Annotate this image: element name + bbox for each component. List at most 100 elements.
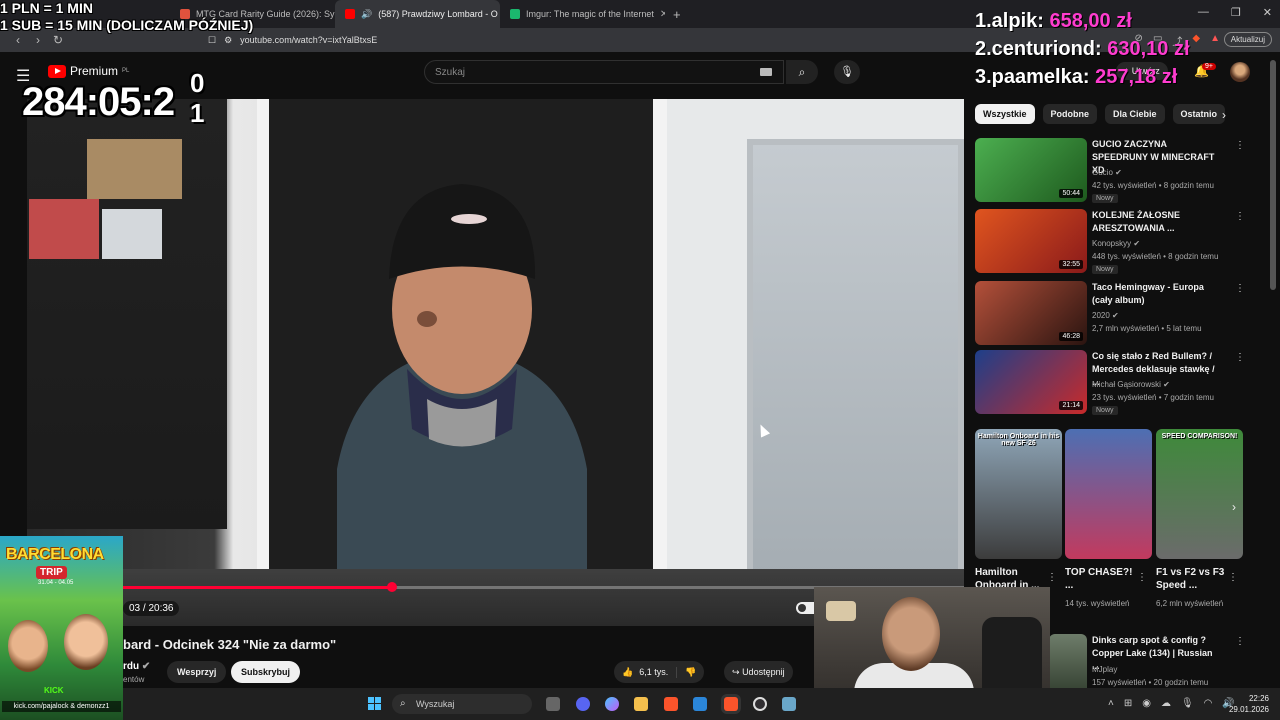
recommendation-channel: Michał Gąsiorowski ✔ [1092,380,1170,389]
brave-active-icon[interactable] [724,697,738,711]
short-thumbnail[interactable] [1065,429,1152,559]
short-thumbnail[interactable]: Hamilton Onboard in his new SF-26 [975,429,1062,559]
wifi-icon[interactable]: ◠ [1204,698,1213,709]
short-thumbnail[interactable]: SPEED COMPARISON! [1156,429,1243,559]
browser-tab-imgur[interactable]: Imgur: The magic of the Internet ✕ [500,0,665,28]
copilot-icon[interactable] [605,697,619,711]
recommendation-item[interactable]: 32:55 KOLEJNE ŻAŁOSNE ARESZTOWANIA ... K… [975,209,1265,274]
obs-icon[interactable] [753,697,767,711]
recommendation-title: Taco Hemingway - Europa (cały album) [1092,282,1204,305]
page-scrollbar[interactable] [1270,60,1276,290]
tab-label: Imgur: The magic of the Internet [526,9,654,19]
like-button[interactable]: 👍 6,1 tys. [614,667,676,678]
brave-icon[interactable] [664,697,678,711]
subscribe-button[interactable]: Subskrybuj [231,661,301,683]
support-button[interactable]: Wesprzyj [167,661,227,683]
discord-icon[interactable] [576,697,590,711]
more-options-icon[interactable]: ⋮ [1235,140,1245,151]
leader-name: 3.paamelka: [975,66,1096,88]
back-icon[interactable]: ‹ [8,33,28,47]
file-explorer-icon[interactable] [634,697,648,711]
site-info-icon[interactable]: ⚙ [224,35,232,46]
recommendation-title: KOLEJNE ŻAŁOSNE ARESZTOWANIA ... [1092,210,1181,233]
shorts-next-chevron-icon[interactable]: › [1232,500,1236,514]
tray-mic-icon[interactable]: 🎙 [1181,698,1194,709]
video-time: 03 / 20:36 [123,601,180,616]
chevron-right-icon[interactable]: › [1222,108,1226,122]
keyboard-icon[interactable] [760,68,772,76]
video-progress-fill [123,586,393,589]
logo-text: Premium [70,64,119,78]
channel-name-text: rdu [123,661,140,672]
more-options-icon[interactable]: ⋮ [1228,572,1238,583]
new-tab-button[interactable]: + [665,7,689,22]
leader-name: 2.centuriond: [975,38,1108,60]
notification-count-badge: 9+ [1202,63,1216,70]
more-options-icon[interactable]: ⋮ [1235,211,1245,222]
url-field[interactable]: ☐ ⚙ youtube.com/watch?v=ixtYalBtxsE [208,35,377,46]
close-window-icon[interactable]: ✕ [1263,6,1272,19]
account-avatar[interactable] [1230,62,1250,82]
browser-tab-youtube[interactable]: 🔊 (587) Prawdziwy Lombard - O ✕ [335,0,500,28]
verified-icon: ✔ [1112,311,1119,320]
verified-icon: ✔ [1163,380,1170,389]
video-box [102,209,162,259]
rules-line-2: 1 SUB = 15 MIN (DOLICZAM PÓŹNIEJ) [0,17,254,33]
like-count: 6,1 tys. [639,666,669,677]
brave-rewards-icon[interactable]: ▲ [1210,33,1220,48]
more-options-icon[interactable]: ⋮ [1047,572,1057,583]
recommendation-item[interactable]: 46:28 Taco Hemingway - Europa (cały albu… [975,281,1265,345]
tray-chevron-icon[interactable]: ˄ [1108,698,1114,709]
bookmark-icon[interactable]: ☐ [208,35,216,46]
chip-all[interactable]: Wszystkie [975,104,1035,124]
task-view-icon[interactable] [546,697,560,711]
tray-app-icon[interactable]: ⊞ [1124,698,1132,709]
chip-related[interactable]: Podobne [1042,104,1098,124]
short-caption: Hamilton Onboard in his new SF-26 [977,433,1060,447]
video-box [29,199,99,259]
recommendation-meta: 42 tys. wyświetleń • 8 godzin temu [1092,181,1214,190]
promo-person [64,614,108,670]
update-button[interactable]: Aktualizuj [1223,32,1272,47]
more-options-icon[interactable]: ⋮ [1235,283,1245,294]
brave-shield-icon[interactable]: ◆ [1192,33,1200,48]
maximize-icon[interactable]: ❐ [1231,6,1241,19]
youtube-logo[interactable]: Premium PL [48,64,129,78]
more-options-icon[interactable]: ⋮ [1137,572,1147,583]
recommendation-meta: 448 tys. wyświetleń • 8 godzin temu [1092,252,1219,261]
store-icon[interactable] [693,697,707,711]
duration-badge: 21:14 [1059,401,1083,410]
video-player[interactable] [27,99,964,626]
promo-links: kick.com/pajalock & demonzz1 [2,701,121,712]
reload-icon[interactable]: ↻ [48,33,68,47]
short-title[interactable]: F1 vs F2 vs F3 Speed ... [1156,566,1228,592]
verified-icon: ✔ [1115,168,1122,177]
more-options-icon[interactable]: ⋮ [1235,352,1245,363]
recommendation-item[interactable]: 21:14 Co się stało z Red Bullem? / Merce… [975,350,1265,415]
leader-name: 1.alpik: [975,10,1050,32]
url-text: youtube.com/watch?v=ixtYalBtxsE [240,35,378,45]
tray-app-icon[interactable]: ☁ [1161,698,1171,709]
voice-search-button[interactable]: 🎙 [834,60,860,84]
channel-text: Michał Gąsiorowski [1092,380,1161,389]
channel-name[interactable]: rdu ✔ [123,661,150,672]
taskbar-clock[interactable]: 22:26 29.01.2026 [1223,693,1269,715]
taskbar-search-input[interactable]: Wyszukaj [392,694,532,714]
share-button[interactable]: ↪ Udostępnij [724,661,793,683]
more-options-icon[interactable]: ⋮ [1235,636,1245,647]
tray-network-icon[interactable]: ◉ [1142,698,1151,709]
system-tray: ˄ ⊞ ◉ ☁ 🎙 ◠ 🔊 [1108,698,1235,709]
recommendation-item[interactable]: 50:44 GUCIO ZACZYNA SPEEDRUNY W MINECRAF… [975,138,1265,203]
minimize-icon[interactable]: — [1198,6,1209,19]
search-button[interactable]: ⌕ [786,60,818,84]
dislike-button[interactable]: 👎 [676,666,704,678]
recommendation-meta: 2,7 mln wyświetleń • 5 lat temu [1092,324,1202,333]
chip-for-you[interactable]: Dla Ciebie [1105,104,1165,124]
chip-recent[interactable]: Ostatnio [1172,104,1226,124]
app-icon[interactable] [782,697,796,711]
video-glass-pane [747,139,964,579]
search-input[interactable]: Szukaj [424,60,784,84]
short-title[interactable]: TOP CHASE?! ... [1065,566,1137,592]
windows-start-icon[interactable] [368,697,382,711]
forward-icon[interactable]: › [28,33,48,47]
